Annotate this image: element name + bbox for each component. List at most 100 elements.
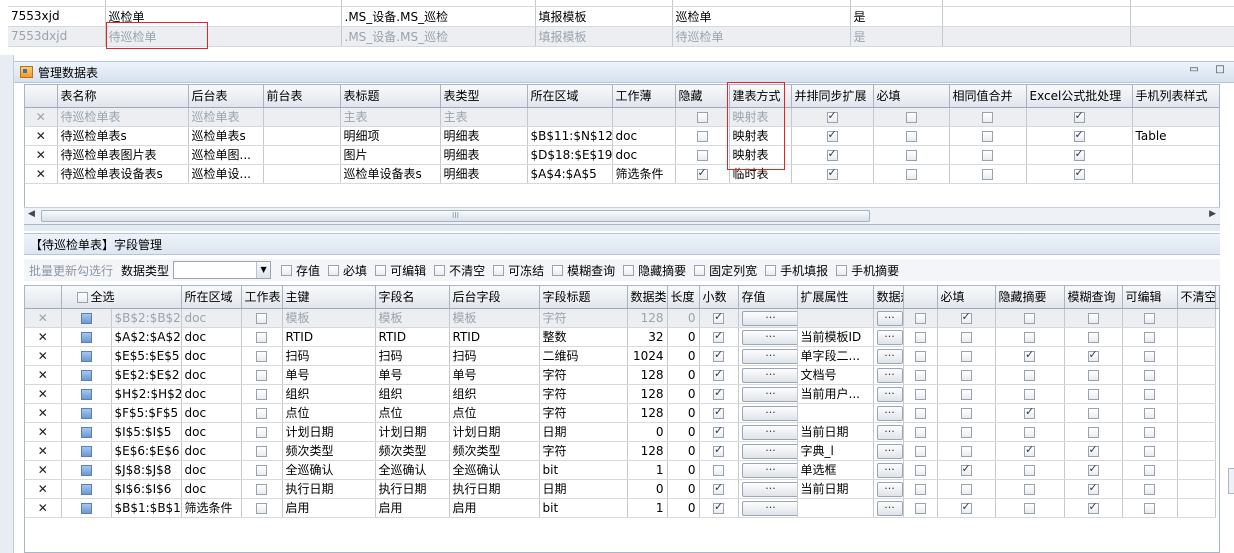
editable-checkbox[interactable] bbox=[1087, 331, 1099, 343]
col-header[interactable]: 后台表 bbox=[188, 85, 264, 108]
primary-key-checkbox[interactable] bbox=[256, 445, 268, 457]
toolbar-check[interactable]: 手机摘要 bbox=[836, 262, 899, 279]
hidden-checkbox[interactable] bbox=[696, 111, 708, 123]
scroll-right-icon[interactable]: ▶ bbox=[1209, 209, 1216, 219]
sort-cell[interactable] bbox=[1177, 384, 1216, 404]
toolbar-checkbox[interactable] bbox=[836, 264, 848, 276]
field-row[interactable]: ✕$B$1:$B$1筛选条件启用启用启用bit10······ bbox=[25, 498, 1219, 518]
fuzzy-query-checkbox[interactable] bbox=[1024, 443, 1036, 457]
required-checkbox[interactable] bbox=[914, 388, 926, 400]
table-row[interactable]: ✕ 待巡检单表 巡检单表 主表 主表 映射表 bbox=[25, 107, 1219, 127]
data-type-cell[interactable]: bit bbox=[539, 460, 628, 480]
table-name-cell[interactable]: 待巡检单表s bbox=[57, 126, 189, 146]
norm-button[interactable]: ··· bbox=[876, 405, 903, 421]
area-cell[interactable]: $I$6:$I$6 bbox=[111, 479, 182, 499]
store-value-checkbox[interactable] bbox=[713, 443, 725, 457]
ext-attr-button[interactable]: ··· bbox=[741, 367, 797, 383]
ext-attr-button[interactable]: ··· bbox=[741, 329, 797, 345]
col-header[interactable]: 数据类型 bbox=[627, 286, 668, 309]
required-checkbox[interactable] bbox=[914, 331, 926, 343]
hide-summary-checkbox[interactable] bbox=[960, 483, 972, 495]
field-name-cell[interactable]: 启用 bbox=[282, 498, 376, 518]
table-type-cell[interactable]: 明细表 bbox=[440, 145, 528, 165]
data-type-cell[interactable]: 字符 bbox=[539, 365, 628, 385]
required-checkbox[interactable] bbox=[914, 369, 926, 381]
col-header[interactable]: 存值 bbox=[738, 286, 798, 309]
norm-button[interactable]: ··· bbox=[876, 310, 903, 326]
store-value-checkbox[interactable] bbox=[713, 367, 725, 381]
frontend-table-cell[interactable] bbox=[263, 126, 341, 146]
toolbar-check[interactable]: 必填 bbox=[328, 262, 367, 279]
backend-table-cell[interactable]: 巡检单设... bbox=[188, 164, 264, 184]
length-cell[interactable]: 0 bbox=[627, 479, 668, 499]
area-cell[interactable]: $D$18:$E$19 bbox=[527, 145, 613, 165]
decimal-cell[interactable]: 0 bbox=[667, 346, 700, 366]
field-name-cell[interactable]: 执行日期 bbox=[282, 479, 376, 499]
hide-summary-checkbox[interactable] bbox=[960, 445, 972, 457]
primary-key-checkbox[interactable] bbox=[256, 388, 268, 400]
col-header[interactable]: 字段标题 bbox=[539, 286, 628, 309]
editable-checkbox[interactable] bbox=[1087, 348, 1099, 362]
sheet-cell[interactable]: 筛选条件 bbox=[181, 498, 242, 518]
batch-update-label[interactable]: 批量更新勾选行 bbox=[29, 262, 113, 279]
col-header[interactable]: 所在区域 bbox=[181, 286, 242, 309]
fuzzy-query-checkbox[interactable] bbox=[1024, 348, 1036, 362]
excel-formula-checkbox[interactable] bbox=[1073, 166, 1085, 180]
field-title-cell[interactable]: 启用 bbox=[449, 498, 540, 518]
hide-summary-checkbox[interactable] bbox=[960, 388, 972, 400]
row-select-checkbox[interactable] bbox=[80, 483, 92, 495]
col-header[interactable]: 表类型 bbox=[440, 85, 528, 108]
row-select-checkbox[interactable] bbox=[80, 388, 92, 400]
toolbar-checkbox[interactable] bbox=[375, 264, 387, 276]
left-splitter[interactable] bbox=[0, 55, 14, 553]
backend-field-cell[interactable]: 点位 bbox=[375, 403, 450, 423]
sort-cell[interactable] bbox=[1177, 365, 1216, 385]
hide-summary-checkbox[interactable] bbox=[960, 369, 972, 381]
row-select-checkbox[interactable] bbox=[80, 350, 92, 362]
fuzzy-query-checkbox[interactable] bbox=[1024, 464, 1036, 476]
area-cell[interactable]: $J$8:$J$8 bbox=[111, 460, 182, 480]
editable-checkbox[interactable] bbox=[1087, 369, 1099, 381]
field-name-cell[interactable]: 单号 bbox=[282, 365, 376, 385]
table-row[interactable]: ✕待巡检单表s巡检单表s 明细项明细表$B$11:$N$12doc 映射表 Table bbox=[25, 126, 1219, 146]
required-checkbox[interactable] bbox=[914, 445, 926, 457]
decimal-cell[interactable]: 0 bbox=[667, 384, 700, 404]
decimal-cell[interactable]: 0 bbox=[667, 479, 700, 499]
field-title-cell[interactable]: 扫码 bbox=[449, 346, 540, 366]
field-title-cell[interactable]: 点位 bbox=[449, 403, 540, 423]
table-name-cell[interactable]: 待巡检单表图片表 bbox=[57, 145, 189, 165]
col-header[interactable]: 必填 bbox=[937, 286, 996, 309]
ext-attr-button[interactable]: ··· bbox=[741, 462, 797, 478]
toolbar-check[interactable]: 固定列宽 bbox=[694, 262, 757, 279]
delete-row-icon[interactable]: ✕ bbox=[25, 346, 62, 366]
sync-expand-checkbox[interactable] bbox=[826, 109, 838, 123]
data-type-cell[interactable]: 整数 bbox=[539, 327, 628, 347]
merge-same-checkbox[interactable] bbox=[982, 130, 993, 142]
field-row[interactable]: ✕$B$2:$B$2doc模板模板模板字符1280······ bbox=[25, 308, 1219, 328]
delete-row-icon[interactable]: ✕ bbox=[25, 327, 62, 347]
data-type-cell[interactable]: 日期 bbox=[539, 422, 628, 442]
no-clear-checkbox[interactable] bbox=[1144, 369, 1156, 381]
mobile-style-cell[interactable] bbox=[1132, 107, 1219, 127]
col-header[interactable]: 隐藏 bbox=[675, 85, 730, 108]
delete-row-icon[interactable]: ✕ bbox=[25, 308, 62, 328]
data-type-cell[interactable]: 字符 bbox=[539, 403, 628, 423]
delete-row-icon[interactable]: ✕ bbox=[25, 384, 62, 404]
row-select-checkbox[interactable] bbox=[80, 312, 92, 324]
decimal-cell[interactable]: 0 bbox=[667, 422, 700, 442]
excel-formula-checkbox[interactable] bbox=[1073, 128, 1085, 142]
area-cell[interactable] bbox=[527, 107, 613, 127]
data-norm-cell[interactable]: 单字段二... bbox=[797, 346, 874, 366]
field-name-cell[interactable]: 点位 bbox=[282, 403, 376, 423]
col-header[interactable]: 字段名 bbox=[375, 286, 450, 309]
no-clear-checkbox[interactable] bbox=[1144, 312, 1156, 324]
field-title-cell[interactable]: 全巡确认 bbox=[449, 460, 540, 480]
workbook-cell[interactable]: 筛选条件 bbox=[612, 164, 676, 184]
toolbar-check[interactable]: 存值 bbox=[281, 262, 320, 279]
table-row[interactable]: ✕ 待巡检单表图片表 巡检单图... 图片 明细表 $D$18:$E$19 doc 映射表 bbox=[25, 145, 1219, 165]
area-cell[interactable]: $B$1:$B$1 bbox=[111, 498, 182, 518]
delete-row-icon[interactable]: ✕ bbox=[25, 145, 58, 165]
data-type-cell[interactable]: 日期 bbox=[539, 479, 628, 499]
col-header[interactable]: 主键 bbox=[282, 286, 376, 309]
length-cell[interactable]: 128 bbox=[627, 403, 668, 423]
